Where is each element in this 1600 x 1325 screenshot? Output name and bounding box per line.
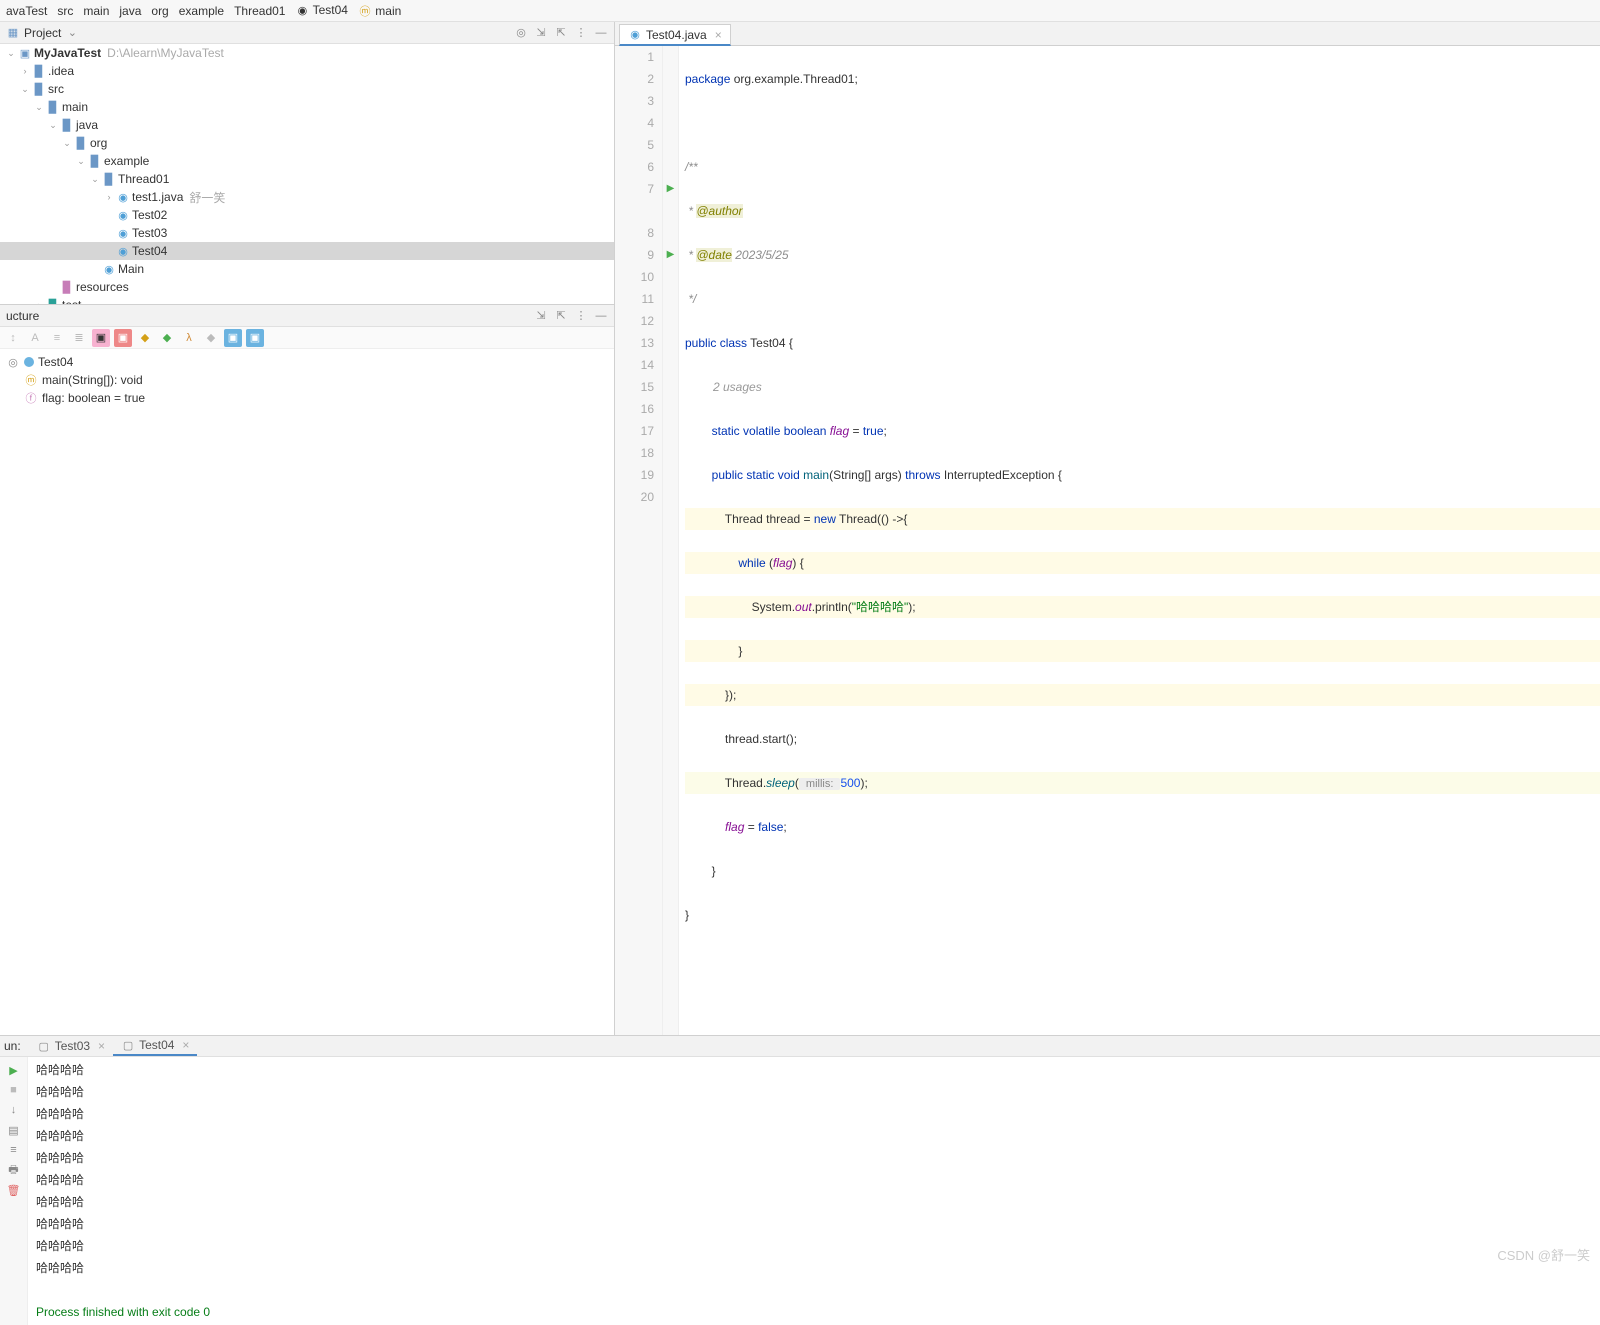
folder-icon: ▉	[32, 64, 46, 78]
filter-blue2-icon[interactable]: ▣	[246, 329, 264, 347]
run-toolbar: ▶ ■ ↓ ▤ ≡ 🖶 🗑	[0, 1057, 28, 1325]
project-icon: ▦	[6, 26, 20, 40]
app-icon: ▢	[37, 1039, 51, 1053]
run-panel: un: ▢Test03× ▢Test04× ▶ ■ ↓ ▤ ≡ 🖶 🗑 哈哈哈哈…	[0, 1035, 1600, 1270]
resources-icon: ▉	[60, 280, 74, 294]
structure-class[interactable]: ◎Test04	[6, 353, 608, 371]
target-icon[interactable]: ◎	[514, 26, 528, 40]
java-file-icon: ◉	[116, 190, 130, 204]
folder-icon: ▉	[60, 118, 74, 132]
class-icon: ◉	[628, 28, 642, 42]
structure-panel: ucture ⇲ ⇱ ⋮ — ↕ A ≡ ≣ ▣ ▣ ◆ ◆ λ ◆ ▣	[0, 304, 614, 1035]
filter-yellow-icon[interactable]: ◆	[136, 329, 154, 347]
hide-icon[interactable]: —	[594, 26, 608, 40]
chevron-down-icon[interactable]: ⌄	[65, 26, 79, 40]
close-icon[interactable]: ×	[715, 28, 722, 42]
trash-icon[interactable]: 🗑	[7, 1183, 21, 1197]
project-tree[interactable]: ⌄▣MyJavaTestD:\Alearn\MyJavaTest ›▉.idea…	[0, 44, 614, 304]
sort-alpha-icon[interactable]: A	[26, 329, 44, 347]
sort-icon[interactable]: ↕	[4, 329, 22, 347]
filter-pink-icon[interactable]: ▣	[92, 329, 110, 347]
bc-5[interactable]: example	[179, 4, 224, 18]
folder-icon: ▉	[74, 136, 88, 150]
folder-icon: ▉	[46, 100, 60, 114]
lambda-icon[interactable]: λ	[180, 329, 198, 347]
project-panel-header: ▦ Project ⌄ ◎ ⇲ ⇱ ⋮ —	[0, 22, 614, 44]
more-icon[interactable]: ⋮	[574, 309, 588, 323]
layout-icon[interactable]: ▤	[7, 1123, 21, 1137]
structure-title: ucture	[6, 309, 39, 323]
more-icon[interactable]: ⋮	[574, 26, 588, 40]
method-icon: ⓜ	[24, 373, 38, 387]
run-tab-test04[interactable]: ▢Test04×	[113, 1036, 197, 1056]
filter-red-icon[interactable]: ▣	[114, 329, 132, 347]
folder-icon: ▉	[32, 82, 46, 96]
watermark: CSDN @舒一笑	[1497, 1245, 1590, 1264]
class-icon: ◉	[295, 4, 309, 18]
project-title: Project	[24, 26, 61, 40]
class-icon: ◉	[116, 244, 130, 258]
filter-green-icon[interactable]: ◆	[158, 329, 176, 347]
breadcrumb: avaTest src main java org example Thread…	[0, 0, 1600, 22]
bc-2[interactable]: main	[83, 4, 109, 18]
collapse-icon[interactable]: ⇲	[534, 309, 548, 323]
expand-icon[interactable]: ⇱	[554, 26, 568, 40]
close-icon[interactable]: ×	[182, 1038, 189, 1052]
bc-0[interactable]: avaTest	[6, 4, 47, 18]
filter-icon[interactable]: ≡	[7, 1143, 21, 1157]
structure-method[interactable]: ⓜmain(String[]): void	[6, 371, 608, 389]
class-icon: ◉	[102, 262, 116, 276]
list-icon[interactable]: ≡	[48, 329, 66, 347]
target-icon: ◎	[6, 355, 20, 369]
print-icon[interactable]: 🖶	[7, 1163, 21, 1177]
folder-icon: ▉	[102, 172, 116, 186]
hide-icon[interactable]: —	[594, 309, 608, 323]
close-icon[interactable]: ×	[98, 1039, 105, 1053]
method-icon: ⓜ	[358, 4, 372, 18]
filter-blue-icon[interactable]: ▣	[224, 329, 242, 347]
code-editor[interactable]: 1234567891011121314151617181920 ▶ ▶ pack…	[615, 46, 1600, 1035]
editor-tabs: ◉ Test04.java ×	[615, 22, 1600, 46]
expand-icon[interactable]: ⇱	[554, 309, 568, 323]
list2-icon[interactable]: ≣	[70, 329, 88, 347]
run-gutter: ▶ ▶	[663, 46, 679, 1035]
field-icon: ⓕ	[24, 391, 38, 405]
class-dot-icon	[24, 357, 34, 367]
run-line-icon[interactable]: ▶	[663, 244, 678, 266]
run-label: un:	[4, 1039, 21, 1053]
tree-selected: ◉Test04	[0, 242, 614, 260]
run-line-icon[interactable]: ▶	[663, 178, 678, 200]
down-icon[interactable]: ↓	[7, 1103, 21, 1117]
folder-icon: ▉	[88, 154, 102, 168]
bc-3[interactable]: java	[119, 4, 141, 18]
collapse-icon[interactable]: ⇲	[534, 26, 548, 40]
bc-7[interactable]: Test04	[313, 3, 348, 17]
bc-6[interactable]: Thread01	[234, 4, 285, 18]
filter-gray-icon[interactable]: ◆	[202, 329, 220, 347]
stop-icon[interactable]: ■	[7, 1083, 21, 1097]
app-icon: ▢	[121, 1038, 135, 1052]
rerun-icon[interactable]: ▶	[7, 1063, 21, 1077]
structure-field[interactable]: ⓕflag: boolean = true	[6, 389, 608, 407]
tab-test04[interactable]: ◉ Test04.java ×	[619, 24, 731, 46]
class-icon: ◉	[116, 226, 130, 240]
class-icon: ◉	[116, 208, 130, 222]
module-icon: ▣	[18, 46, 32, 60]
line-gutter: 1234567891011121314151617181920	[615, 46, 663, 1035]
run-tab-test03[interactable]: ▢Test03×	[29, 1036, 113, 1056]
bc-1[interactable]: src	[57, 4, 73, 18]
structure-toolbar: ↕ A ≡ ≣ ▣ ▣ ◆ ◆ λ ◆ ▣ ▣	[0, 327, 614, 349]
bc-4[interactable]: org	[151, 4, 168, 18]
code-body[interactable]: package org.example.Thread01; /** * @aut…	[679, 46, 1600, 1035]
console-output[interactable]: 哈哈哈哈哈哈哈哈哈哈哈哈哈哈哈哈哈哈哈哈哈哈哈哈哈哈哈哈哈哈哈哈哈哈哈哈哈哈哈哈…	[28, 1057, 1600, 1325]
bc-8[interactable]: main	[375, 4, 401, 18]
